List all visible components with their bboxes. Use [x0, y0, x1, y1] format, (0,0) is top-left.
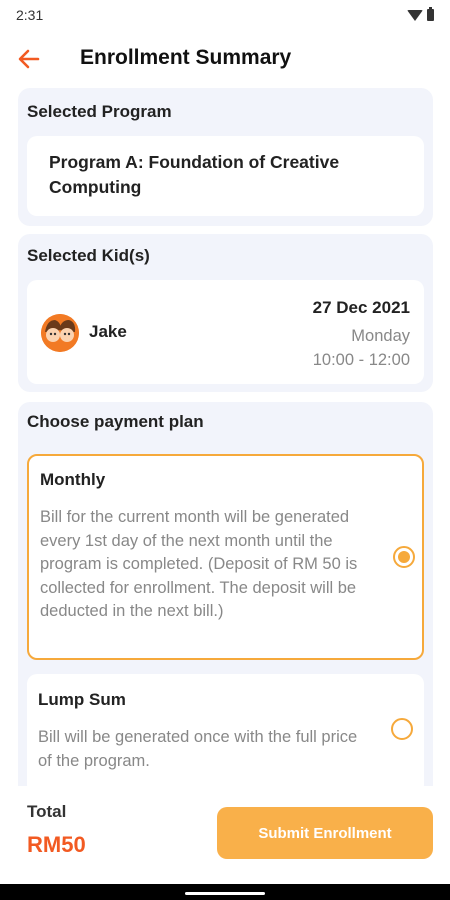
home-indicator[interactable]: [185, 892, 265, 895]
system-nav-bar: [0, 884, 450, 900]
app-bar: Enrollment Summary: [0, 36, 450, 82]
avatar-icon: [41, 314, 79, 352]
status-bar: 2:31: [0, 0, 450, 30]
payment-plan-panel: Choose payment plan Monthly Bill for the…: [18, 402, 433, 786]
plan-name: Monthly: [40, 470, 106, 489]
plan-description: Bill will be generated once with the ful…: [38, 728, 358, 770]
selected-program-panel: Selected Program Program A: Foundation o…: [18, 88, 433, 226]
total-label: Total: [27, 802, 67, 821]
plan-description: Bill for the current month will be gener…: [40, 508, 358, 620]
session-date: 27 Dec 2021: [312, 298, 410, 317]
wifi-icon: [407, 9, 423, 21]
payment-plan-title: Choose payment plan: [27, 412, 204, 431]
arrow-left-icon: [18, 49, 40, 69]
radio-button-icon[interactable]: [391, 718, 413, 740]
program-card: Program A: Foundation of Creative Comput…: [27, 136, 424, 216]
selected-kids-title: Selected Kid(s): [27, 246, 150, 265]
kid-avatar: [41, 314, 79, 352]
total-value: RM50: [27, 832, 86, 857]
plan-option-lump-sum[interactable]: Lump Sum Bill will be generated once wit…: [27, 674, 424, 786]
battery-icon: [427, 7, 434, 21]
session-day: Monday: [351, 327, 410, 345]
page-title: Enrollment Summary: [80, 46, 292, 69]
radio-button-icon[interactable]: [393, 546, 415, 568]
content-scroll[interactable]: Selected Program Program A: Foundation o…: [0, 86, 450, 786]
selected-kids-panel: Selected Kid(s) Jake 27 Dec 2021 Monday: [18, 234, 433, 392]
footer-bar: Total RM50 Submit Enrollment: [0, 786, 450, 884]
back-button[interactable]: [16, 46, 42, 72]
kid-name: Jake: [89, 322, 127, 341]
plan-name: Lump Sum: [38, 690, 126, 709]
status-icons: [407, 7, 434, 21]
submit-enrollment-button[interactable]: Submit Enrollment: [217, 807, 433, 859]
selected-program-title: Selected Program: [27, 102, 172, 121]
status-time: 2:31: [16, 7, 44, 23]
kid-card: Jake 27 Dec 2021 Monday 10:00 - 12:00: [27, 280, 424, 384]
program-name: Program A: Foundation of Creative Comput…: [49, 152, 340, 197]
plan-option-monthly[interactable]: Monthly Bill for the current month will …: [27, 454, 424, 660]
session-time: 10:00 - 12:00: [312, 351, 410, 369]
